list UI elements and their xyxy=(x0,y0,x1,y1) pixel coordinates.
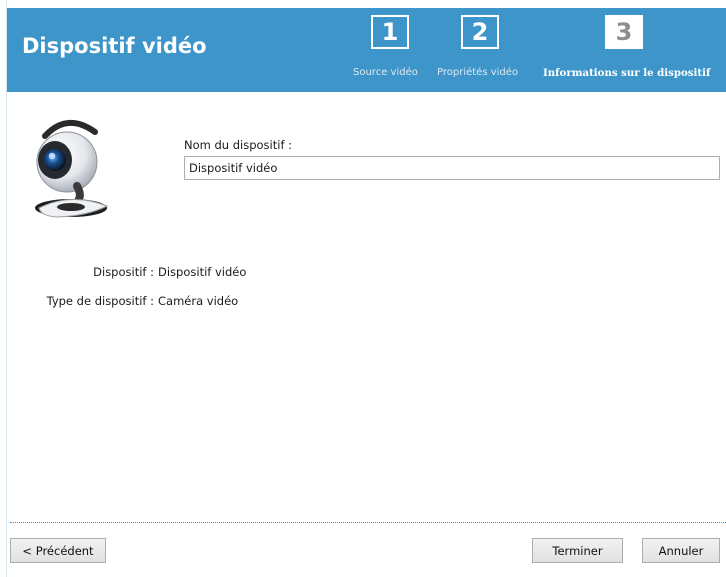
finish-button[interactable]: Terminer xyxy=(532,538,623,563)
step-3-number: 3 xyxy=(605,15,643,49)
step-2-number: 2 xyxy=(461,15,499,49)
cancel-button[interactable]: Annuler xyxy=(642,538,720,563)
webcam-icon xyxy=(35,120,109,218)
step-1-label: Source vidéo xyxy=(353,67,418,78)
device-type-key-label: Type de dispositif : xyxy=(46,294,154,308)
device-key-label: Dispositif : xyxy=(93,265,154,279)
previous-button[interactable]: < Précédent xyxy=(10,538,106,563)
step-3-label: Informations sur le dispositif xyxy=(543,67,711,79)
device-name-input[interactable] xyxy=(184,156,720,180)
device-type-value: Caméra vidéo xyxy=(158,294,239,308)
wizard-header: Dispositif vidéo 1 2 3 Source vidéo Prop… xyxy=(7,8,726,92)
step-1-number: 1 xyxy=(371,15,409,49)
step-2-label: Propriétés vidéo xyxy=(437,67,519,78)
device-name-label: Nom du dispositif : xyxy=(184,138,293,152)
wizard-title: Dispositif vidéo xyxy=(22,34,207,58)
device-value: Dispositif vidéo xyxy=(158,265,247,279)
footer-divider xyxy=(10,522,726,523)
